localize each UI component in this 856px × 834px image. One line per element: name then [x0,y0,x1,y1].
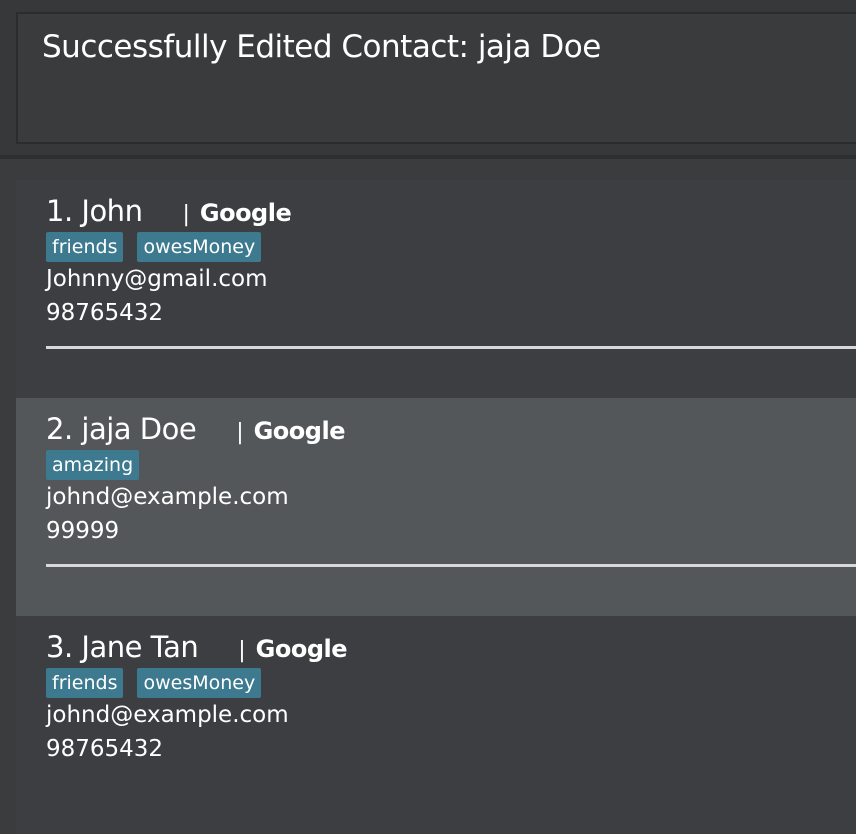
contact-company: Google [199,199,292,227]
contact-header: 3. Jane Tan | Google [46,630,348,664]
card-divider [46,346,856,349]
contact-phone: 98765432 [46,736,164,762]
contact-card-selected[interactable]: 2. jaja Doe | Google amazing johnd@examp… [16,398,856,616]
card-divider [46,564,856,567]
tag-badge: owesMoney [137,232,262,262]
tag-list: amazing [46,450,140,480]
contact-header: 2. jaja Doe | Google [46,412,345,446]
contact-name: 1. John [46,194,143,228]
tag-list: friends owesMoney [46,232,262,262]
result-display-pane: Successfully Edited Contact: jaja Doe [0,0,856,160]
result-display-box[interactable]: Successfully Edited Contact: jaja Doe [16,12,856,144]
contact-phone: 98765432 [46,300,164,326]
separator: | [238,638,246,663]
tag-badge: owesMoney [137,668,262,698]
contact-list: 1. John | Google friends owesMoney Johnn… [0,159,856,834]
contact-email: Johnny@gmail.com [46,266,268,292]
contact-company: Google [255,635,348,663]
contact-header: 1. John | Google [46,194,292,228]
contact-email: johnd@example.com [46,484,289,510]
contact-card[interactable]: 1. John | Google friends owesMoney Johnn… [16,180,856,398]
separator: | [236,420,244,445]
result-message: Successfully Edited Contact: jaja Doe [42,29,601,65]
tag-badge: amazing [46,450,140,480]
contact-name: 2. jaja Doe [46,412,197,446]
contact-card[interactable]: 3. Jane Tan | Google friends owesMoney j… [16,616,856,834]
contact-email: johnd@example.com [46,702,289,728]
separator: | [182,202,190,227]
contact-name: 3. Jane Tan [46,630,199,664]
tag-list: friends owesMoney [46,668,262,698]
contact-phone: 99999 [46,518,120,544]
contact-company: Google [253,417,346,445]
tag-badge: friends [46,232,124,262]
tag-badge: friends [46,668,124,698]
